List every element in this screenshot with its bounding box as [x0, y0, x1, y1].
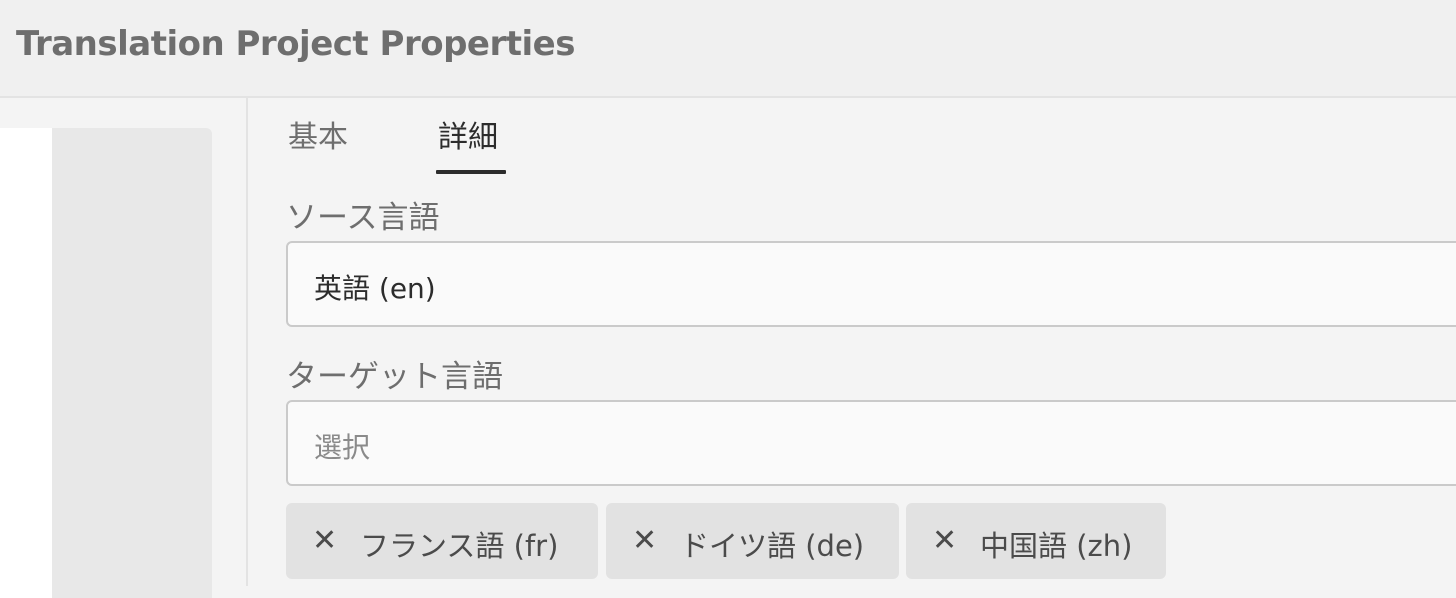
left-panel-gutter	[0, 128, 52, 598]
tag-label: フランス語 (fr)	[360, 529, 559, 563]
source-language-field[interactable]: 英語 (en)	[286, 241, 1456, 327]
tag-label: ドイツ語 (de)	[680, 529, 865, 563]
target-language-label: ターゲット言語	[286, 359, 503, 395]
source-language-label: ソース言語	[286, 200, 440, 236]
active-tab-indicator	[436, 170, 506, 174]
target-language-tag-de: ✕ ドイツ語 (de)	[606, 503, 899, 579]
target-language-field[interactable]: 選択	[286, 400, 1456, 486]
tab-basic[interactable]: 基本	[288, 112, 348, 156]
left-panel	[0, 98, 248, 598]
close-icon[interactable]: ✕	[312, 523, 337, 558]
properties-panel: 基本 詳細 ソース言語 英語 (en) ターゲット言語 選択 ✕ フランス語 (…	[250, 100, 1456, 586]
tag-label: 中国語 (zh)	[980, 529, 1133, 563]
page-title: Translation Project Properties	[16, 24, 575, 64]
source-language-value: 英語 (en)	[314, 272, 436, 305]
left-panel-card	[52, 128, 212, 598]
target-language-tag-fr: ✕ フランス語 (fr)	[286, 503, 598, 579]
close-icon[interactable]: ✕	[932, 523, 957, 558]
tab-advanced[interactable]: 詳細	[438, 112, 498, 156]
target-language-placeholder: 選択	[314, 431, 371, 464]
close-icon[interactable]: ✕	[632, 523, 657, 558]
dialog-header: Translation Project Properties	[0, 0, 1456, 98]
target-language-tag-zh: ✕ 中国語 (zh)	[906, 503, 1166, 579]
